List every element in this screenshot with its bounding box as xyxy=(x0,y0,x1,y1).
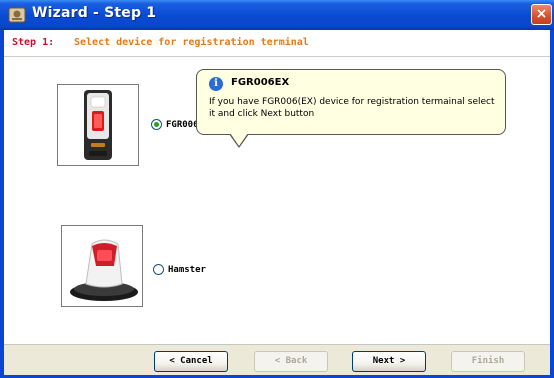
step-header: Step 1: Select device for registration t… xyxy=(4,30,550,56)
finish-button[interactable]: Finish xyxy=(451,351,525,372)
tooltip-pointer-fill xyxy=(230,133,248,146)
radio-hamster-button[interactable] xyxy=(153,264,164,275)
cancel-button[interactable]: < Cancel xyxy=(154,351,228,372)
step-description: Select device for registration terminal xyxy=(74,37,309,48)
info-icon: i xyxy=(209,77,223,91)
close-button[interactable]: × xyxy=(531,4,552,25)
window-title: Wizard - Step 1 xyxy=(32,5,157,21)
tooltip-body: If you have FGR006(EX) device for regist… xyxy=(209,97,495,119)
hamster-device-image[interactable] xyxy=(61,225,143,307)
tooltip-title: FGR006EX xyxy=(231,77,290,88)
radio-hamster[interactable]: Hamster xyxy=(153,264,206,275)
radio-fgr006ex-button[interactable] xyxy=(151,119,162,130)
wizard-content: Step 1: Select device for registration t… xyxy=(4,30,550,375)
next-button[interactable]: Next > xyxy=(352,351,426,372)
fingerprint-terminal-image xyxy=(58,85,138,165)
close-icon: × xyxy=(535,6,548,22)
app-icon xyxy=(8,7,26,23)
fgr006ex-device-image[interactable] xyxy=(57,84,139,166)
step-label: Step 1: xyxy=(12,37,55,48)
wizard-window: Wizard - Step 1 × Step 1: Select device … xyxy=(0,0,554,378)
title-bar[interactable]: Wizard - Step 1 × xyxy=(0,0,554,30)
hamster-scanner-image xyxy=(62,226,142,306)
back-button[interactable]: < Back xyxy=(254,351,328,372)
radio-hamster-label: Hamster xyxy=(168,264,206,275)
wizard-footer: < Cancel < Back Next > Finish xyxy=(4,344,550,375)
balloon-tooltip: i FGR006EX If you have FGR006(EX) device… xyxy=(196,69,506,148)
